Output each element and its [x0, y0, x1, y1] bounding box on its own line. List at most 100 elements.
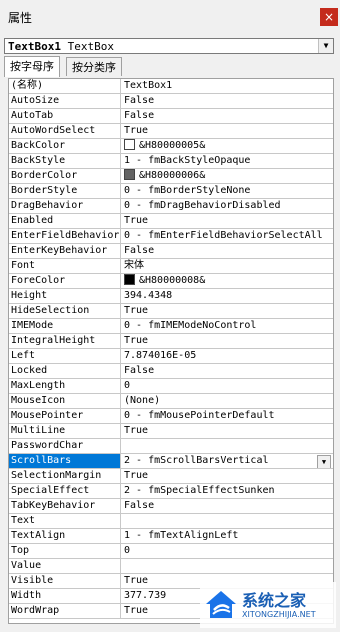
property-name[interactable]: Top: [9, 544, 121, 558]
property-name[interactable]: Height: [9, 289, 121, 303]
property-row[interactable]: Top 0: [9, 544, 333, 559]
property-value[interactable]: &H80000008&: [122, 274, 333, 288]
property-name[interactable]: EnterFieldBehavior: [9, 229, 121, 243]
property-row[interactable]: DragBehavior 0 - fmDragBehaviorDisabled: [9, 199, 333, 214]
property-name[interactable]: MouseIcon: [9, 394, 121, 408]
property-row[interactable]: MousePointer 0 - fmMousePointerDefault: [9, 409, 333, 424]
property-value[interactable]: 0 - fmIMEModeNoControl: [122, 319, 333, 333]
property-name[interactable]: AutoTab: [9, 109, 121, 123]
property-name[interactable]: (名称): [9, 79, 121, 93]
property-name[interactable]: BorderColor: [9, 169, 121, 183]
property-row[interactable]: TextAlign 1 - fmTextAlignLeft: [9, 529, 333, 544]
property-row[interactable]: (名称) TextBox1: [9, 79, 333, 94]
property-row[interactable]: EnterKeyBehavior False: [9, 244, 333, 259]
property-row[interactable]: IntegralHeight True: [9, 334, 333, 349]
property-row[interactable]: Left 7.874016E-05: [9, 349, 333, 364]
property-row[interactable]: Height 394.4348: [9, 289, 333, 304]
property-name[interactable]: MousePointer: [9, 409, 121, 423]
property-name[interactable]: BackStyle: [9, 154, 121, 168]
property-value[interactable]: 1 - fmTextAlignLeft: [122, 529, 333, 543]
property-value[interactable]: 394.4348: [122, 289, 333, 303]
property-name[interactable]: Locked: [9, 364, 121, 378]
property-value[interactable]: &H80000005&: [122, 139, 333, 153]
property-value[interactable]: TextBox1: [122, 79, 333, 93]
property-name[interactable]: BackColor: [9, 139, 121, 153]
property-value[interactable]: True: [122, 124, 333, 138]
property-name[interactable]: ScrollBars: [9, 454, 121, 468]
property-name[interactable]: ForeColor: [9, 274, 121, 288]
property-value[interactable]: 0: [122, 379, 333, 393]
property-row[interactable]: Enabled True: [9, 214, 333, 229]
property-row[interactable]: Value: [9, 559, 333, 574]
property-name[interactable]: Enabled: [9, 214, 121, 228]
property-name[interactable]: SpecialEffect: [9, 484, 121, 498]
property-name[interactable]: HideSelection: [9, 304, 121, 318]
property-value[interactable]: True: [122, 214, 333, 228]
property-value[interactable]: 0: [122, 544, 333, 558]
property-name[interactable]: TextAlign: [9, 529, 121, 543]
tab-alphabetic[interactable]: 按字母序: [4, 56, 60, 77]
property-value[interactable]: 2 - fmScrollBarsVertical ▼: [122, 454, 333, 468]
property-name[interactable]: PasswordChar: [9, 439, 121, 453]
property-value[interactable]: True: [122, 334, 333, 348]
property-value[interactable]: False: [122, 94, 333, 108]
property-name[interactable]: Width: [9, 589, 121, 603]
property-name[interactable]: SelectionMargin: [9, 469, 121, 483]
property-name[interactable]: MultiLine: [9, 424, 121, 438]
property-value[interactable]: 0 - fmEnterFieldBehaviorSelectAll: [122, 229, 333, 243]
property-name[interactable]: MaxLength: [9, 379, 121, 393]
property-row[interactable]: BackStyle 1 - fmBackStyleOpaque: [9, 154, 333, 169]
property-value[interactable]: False: [122, 364, 333, 378]
property-value[interactable]: 2 - fmSpecialEffectSunken: [122, 484, 333, 498]
property-value[interactable]: [122, 559, 333, 573]
tab-categorized[interactable]: 按分类序: [66, 57, 122, 76]
property-row[interactable]: HideSelection True: [9, 304, 333, 319]
property-row[interactable]: BorderColor &H80000006&: [9, 169, 333, 184]
property-value[interactable]: (None): [122, 394, 333, 408]
property-value[interactable]: [122, 514, 333, 528]
property-value[interactable]: True: [122, 304, 333, 318]
property-row[interactable]: BackColor &H80000005&: [9, 139, 333, 154]
property-value[interactable]: 0 - fmMousePointerDefault: [122, 409, 333, 423]
property-row[interactable]: Text: [9, 514, 333, 529]
property-row[interactable]: MultiLine True: [9, 424, 333, 439]
property-name[interactable]: DragBehavior: [9, 199, 121, 213]
property-row[interactable]: PasswordChar: [9, 439, 333, 454]
property-name[interactable]: IMEMode: [9, 319, 121, 333]
property-value[interactable]: 0 - fmBorderStyleNone: [122, 184, 333, 198]
property-value[interactable]: 7.874016E-05: [122, 349, 333, 363]
property-row[interactable]: AutoWordSelect True: [9, 124, 333, 139]
property-value[interactable]: 0 - fmDragBehaviorDisabled: [122, 199, 333, 213]
property-value[interactable]: &H80000006&: [122, 169, 333, 183]
property-value[interactable]: True: [122, 424, 333, 438]
property-row[interactable]: AutoTab False: [9, 109, 333, 124]
close-button[interactable]: ×: [320, 8, 338, 26]
property-name[interactable]: BorderStyle: [9, 184, 121, 198]
property-row[interactable]: MouseIcon (None): [9, 394, 333, 409]
property-row[interactable]: Locked False: [9, 364, 333, 379]
property-row[interactable]: SelectionMargin True: [9, 469, 333, 484]
property-value[interactable]: False: [122, 499, 333, 513]
property-value[interactable]: 宋体: [122, 259, 333, 273]
property-row[interactable]: SpecialEffect 2 - fmSpecialEffectSunken: [9, 484, 333, 499]
property-value[interactable]: False: [122, 244, 333, 258]
property-row[interactable]: AutoSize False: [9, 94, 333, 109]
property-row[interactable]: Font 宋体: [9, 259, 333, 274]
property-name[interactable]: TabKeyBehavior: [9, 499, 121, 513]
property-row[interactable]: ScrollBars 2 - fmScrollBarsVertical ▼: [9, 454, 333, 469]
dropdown-arrow-icon[interactable]: ▼: [317, 455, 331, 468]
property-row[interactable]: TabKeyBehavior False: [9, 499, 333, 514]
property-value[interactable]: False: [122, 109, 333, 123]
property-row[interactable]: ForeColor &H80000008&: [9, 274, 333, 289]
property-name[interactable]: WordWrap: [9, 604, 121, 618]
property-row[interactable]: EnterFieldBehavior 0 - fmEnterFieldBehavi…: [9, 229, 333, 244]
property-name[interactable]: Text: [9, 514, 121, 528]
property-name[interactable]: IntegralHeight: [9, 334, 121, 348]
property-row[interactable]: IMEMode 0 - fmIMEModeNoControl: [9, 319, 333, 334]
property-name[interactable]: Value: [9, 559, 121, 573]
property-name[interactable]: AutoWordSelect: [9, 124, 121, 138]
property-name[interactable]: EnterKeyBehavior: [9, 244, 121, 258]
property-row[interactable]: MaxLength 0: [9, 379, 333, 394]
property-name[interactable]: Left: [9, 349, 121, 363]
property-name[interactable]: AutoSize: [9, 94, 121, 108]
